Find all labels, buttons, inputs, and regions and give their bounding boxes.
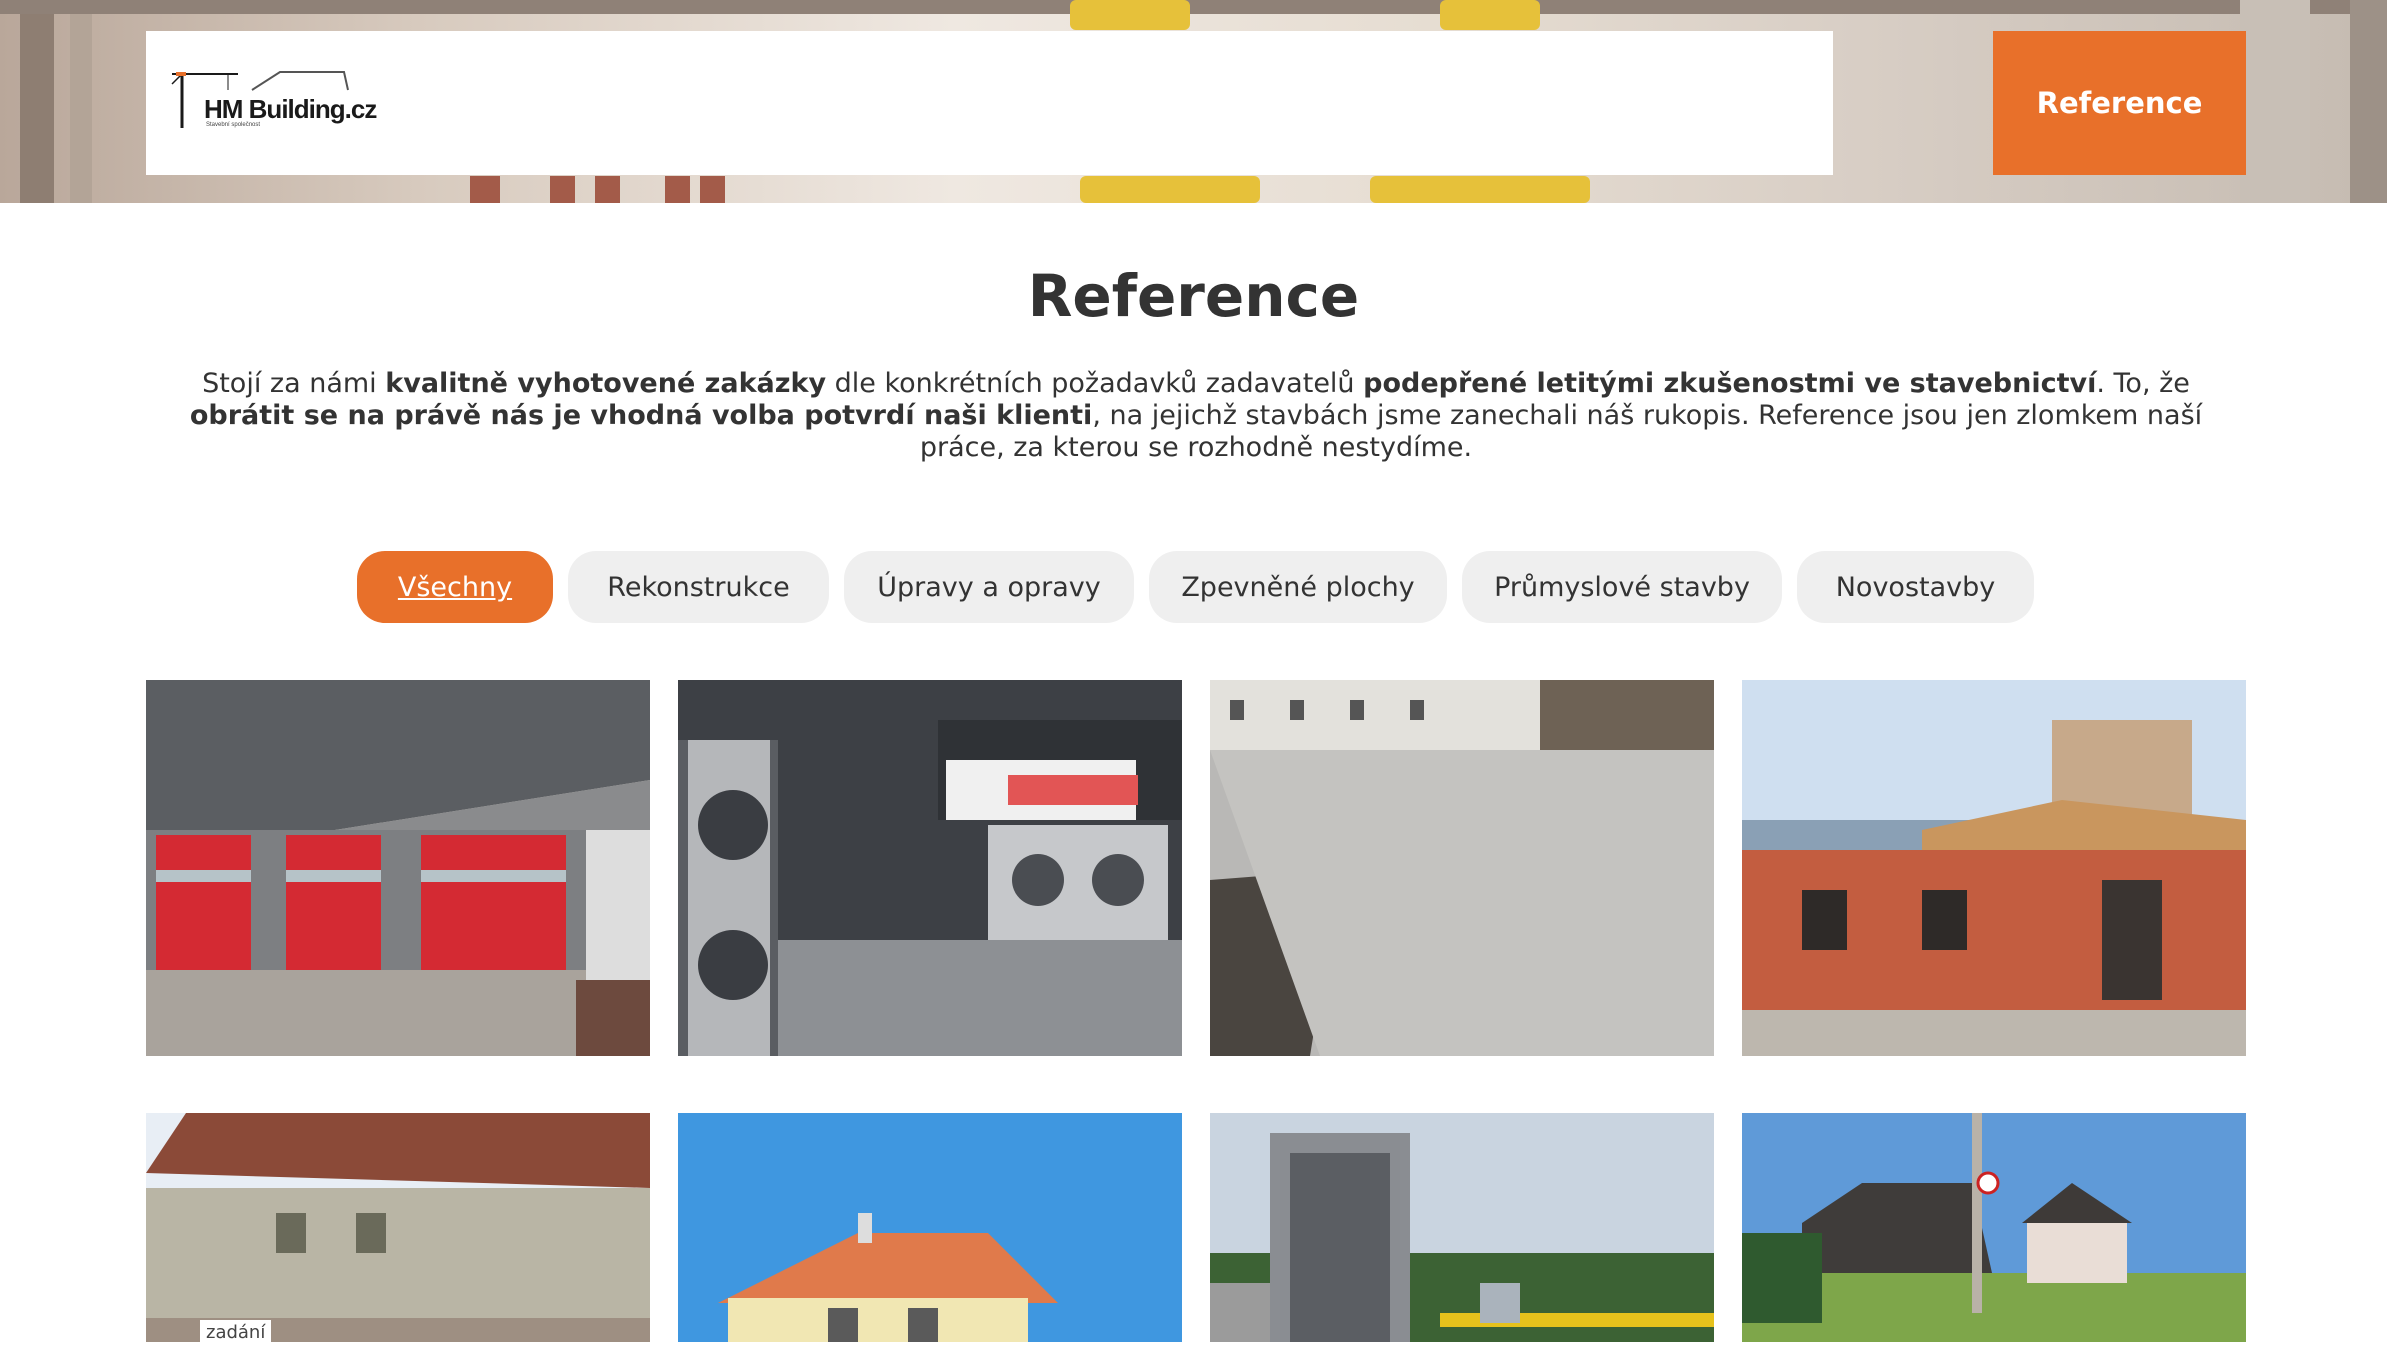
laundry-image	[678, 680, 1182, 1056]
intro-bold-2: podepřené letitými zkušenostmi ve staveb…	[1363, 368, 2097, 399]
old-house-image	[146, 1113, 650, 1342]
gallery-item-rural-street[interactable]	[1742, 1113, 2246, 1342]
filter-all[interactable]: Všechny	[357, 551, 553, 623]
brick-house-image	[1742, 680, 2246, 1056]
intro-bold-3: obrátit se na právě nás je vhodná volba …	[189, 400, 1093, 431]
intro-text-2: dle konkrétních požadavků zadavatelů	[826, 368, 1364, 399]
industrial-structure-image	[1210, 1113, 1714, 1342]
orange-roof-house-image	[678, 1113, 1182, 1342]
logo-text: HM Building.cz	[204, 94, 377, 124]
filter-paved-areas[interactable]: Zpevněné plochy	[1149, 551, 1447, 623]
gallery-item-orange-roof-house[interactable]	[678, 1113, 1182, 1342]
gallery-item-brick-house[interactable]	[1742, 680, 2246, 1056]
gallery-item-industrial-structure[interactable]	[1210, 1113, 1714, 1342]
gallery-item-paved-area[interactable]	[1210, 680, 1714, 1056]
nav-reference-button[interactable]: Reference	[1993, 31, 2246, 175]
page-title: Reference	[1027, 262, 1360, 330]
intro-text-3: . To, že	[2096, 368, 2190, 399]
gallery-item-fire-station[interactable]	[146, 680, 650, 1056]
fire-station-image	[146, 680, 650, 1056]
rural-street-image	[1742, 1113, 2246, 1342]
paved-area-image	[1210, 680, 1714, 1056]
filter-new-buildings[interactable]: Novostavby	[1797, 551, 2034, 623]
intro-text-1: Stojí za námi	[202, 368, 386, 399]
intro-paragraph: Stojí za námi kvalitně vyhotovené zakázk…	[146, 368, 2246, 464]
header-bar	[146, 31, 1833, 175]
intro-bold-1: kvalitně vyhotovené zakázky	[385, 368, 827, 399]
tile-caption: zadání	[200, 1320, 272, 1347]
company-logo[interactable]: HM Building.cz Stavební společnost	[168, 66, 377, 132]
filter-reconstruction[interactable]: Rekonstrukce	[568, 551, 829, 623]
filter-industrial[interactable]: Průmyslové stavby	[1462, 551, 1782, 623]
gallery-item-laundry[interactable]	[678, 680, 1182, 1056]
filter-repairs[interactable]: Úpravy a opravy	[844, 551, 1134, 623]
logo-tagline: Stavební společnost	[206, 122, 261, 128]
intro-text-4: , na jejichž stavbách jsme zanechali náš…	[919, 400, 2203, 463]
gallery-item-old-house[interactable]	[146, 1113, 650, 1342]
